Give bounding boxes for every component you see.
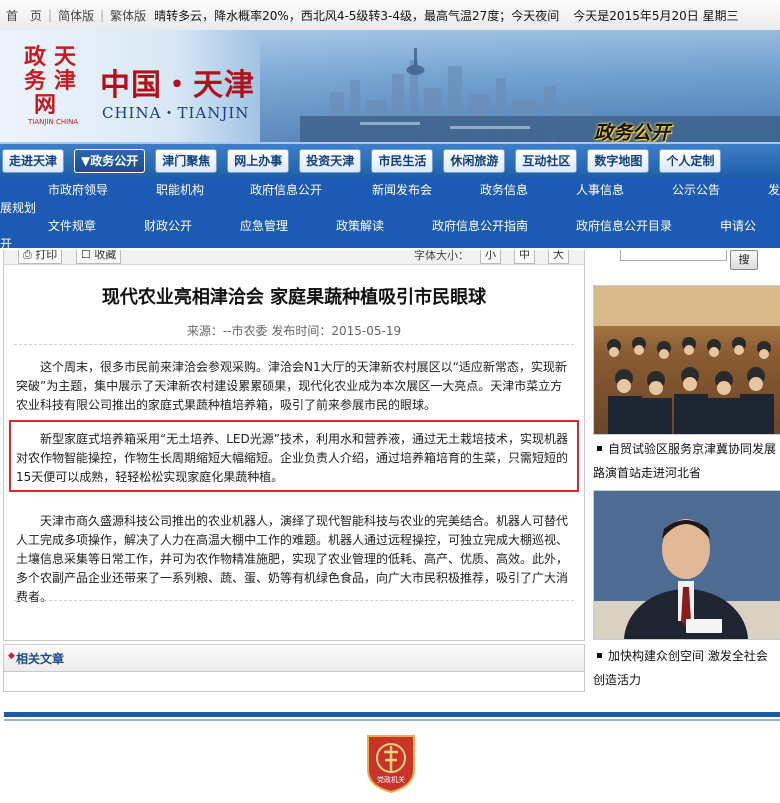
- nav-tab-label: 政务公开: [90, 154, 139, 168]
- simplified-link[interactable]: 简体版: [52, 7, 100, 24]
- print-label: 打印: [35, 250, 58, 261]
- top-bar: 首 页 | 简体版 | 繁体版 晴转多云，降水概率20%，西北风4-5级转3-4…: [0, 0, 780, 31]
- badge-text: 党政机关: [377, 775, 405, 784]
- nav-tab-shequ[interactable]: 互动社区: [515, 149, 578, 173]
- news-link[interactable]: 加快构建众创空间 激发全社会创造活力: [593, 649, 768, 687]
- subnav-item-wrap[interactable]: 开: [0, 235, 12, 248]
- subnav-item[interactable]: 公示公告: [672, 181, 720, 198]
- footer-divider: [4, 712, 780, 717]
- article-toolbar: ⎙ 打印 ☐ 收藏 字体大小： 小 中 大: [4, 250, 584, 265]
- home-link[interactable]: 首 页: [0, 7, 48, 24]
- chevron-down-icon: ▼: [81, 154, 91, 168]
- seal-subtitle: TIANJIN CHINA: [28, 118, 79, 126]
- banner-title: 中国・天津: [100, 68, 255, 103]
- news-link[interactable]: 自贸试验区服务京津冀协同发展路演首站走进河北省: [593, 442, 776, 480]
- related-title: 相关文章: [16, 652, 65, 666]
- sidebar-news-item[interactable]: 自贸试验区服务京津冀协同发展路演首站走进河北省: [593, 437, 779, 485]
- nav-tab-jinmen[interactable]: 津门聚焦: [155, 149, 218, 173]
- traditional-link[interactable]: 繁体版: [104, 7, 152, 24]
- subnav-item-wrap[interactable]: 展规划: [0, 199, 36, 216]
- nav-tab-lvyou[interactable]: 休闲旅游: [443, 149, 506, 173]
- sidebar-news-item[interactable]: 加快构建众创空间 激发全社会创造活力: [593, 644, 779, 692]
- nav-tab-ditu[interactable]: 数字地图: [587, 149, 650, 173]
- nav-tab-zoujin[interactable]: 走进天津: [2, 149, 65, 173]
- subnav-item[interactable]: 市政府领导: [48, 181, 108, 198]
- subnav-item[interactable]: 新闻发布会: [372, 181, 432, 198]
- official-portrait-image: [594, 491, 780, 639]
- main-nav: 走进天津 ▼政务公开 津门聚焦 网上办事 投资天津 市民生活 休闲旅游 互动社区…: [0, 142, 780, 178]
- nav-tab-banshi[interactable]: 网上办事: [227, 149, 290, 173]
- favorite-label: 收藏: [94, 250, 117, 261]
- subnav-item[interactable]: 政府信息公开目录: [576, 217, 672, 234]
- sub-nav: 市政府领导 职能机构 政府信息公开 新闻发布会 政务信息 人事信息 公示公告 发…: [0, 178, 780, 248]
- party-government-badge-icon[interactable]: 党政机关: [364, 730, 418, 794]
- weather-text: 晴转多云，降水概率20%，西北风4-5级转3-4级，最高气温27度；今天夜间: [154, 8, 560, 23]
- nav-tab-zhengwu[interactable]: ▼政务公开: [74, 149, 146, 173]
- audience-image: [594, 286, 780, 434]
- article-panel: ⎙ 打印 ☐ 收藏 字体大小： 小 中 大 现代农业亮相津洽会 家庭果蔬种植吸引…: [3, 250, 585, 641]
- subnav-item[interactable]: 政策解读: [336, 217, 384, 234]
- article-paragraph-highlighted: 新型家庭式培养箱采用“无土培养、LED光源”技术，利用水和营养液，通过无土栽培技…: [16, 432, 569, 484]
- subnav-item[interactable]: 政务信息: [480, 181, 528, 198]
- news-photo-meeting[interactable]: [593, 285, 780, 435]
- site-banner: 政 天 务 津 网 TIANJIN CHINA 中国・天津 CHINA・TIAN…: [0, 30, 780, 142]
- article-source: 来源：--市农委 发布时间：2015-05-19: [186, 324, 402, 338]
- seal-logo: 政 天 务 津 网 TIANJIN CHINA: [24, 44, 88, 126]
- seal-char: 政: [24, 44, 47, 70]
- nav-tab-shimin[interactable]: 市民生活: [371, 149, 434, 173]
- article-title: 现代农业亮相津洽会 家庭果蔬种植吸引市民眼球: [101, 287, 487, 308]
- nav-tab-touzi[interactable]: 投资天津: [299, 149, 362, 173]
- subnav-item[interactable]: 人事信息: [576, 181, 624, 198]
- print-button[interactable]: ⎙ 打印: [18, 250, 63, 264]
- font-large-button[interactable]: 大: [548, 250, 569, 264]
- news-photo-official[interactable]: [593, 490, 780, 640]
- star-icon: ☐: [81, 250, 91, 261]
- subnav-item[interactable]: 政府信息公开: [250, 181, 322, 198]
- font-medium-button[interactable]: 中: [514, 250, 535, 264]
- article-paragraph: 天津市商久盛源科技公司推出的农业机器人，演绎了现代智能科技与农业的完美结合。机器…: [16, 514, 569, 604]
- printer-icon: ⎙: [23, 250, 32, 261]
- related-articles-list: [3, 671, 585, 692]
- banner-title-en: CHINA・TIANJIN: [102, 104, 250, 122]
- favorite-button[interactable]: ☐ 收藏: [76, 250, 122, 264]
- seal-char: 务: [24, 68, 47, 94]
- article-paragraph: 这个周末，很多市民前来津洽会参观采购。津洽会N1大厅的天津新农村展区以“适应新常…: [16, 360, 567, 412]
- date-text: 今天是2015年5月20日 星期三: [573, 8, 739, 23]
- banner-section-label: 政务公开: [594, 122, 671, 142]
- nav-tab-dingzhi[interactable]: 个人定制: [659, 149, 722, 173]
- bullet-icon: [597, 446, 602, 451]
- font-small-button[interactable]: 小: [480, 250, 501, 264]
- arrow-icon: ◆: [8, 651, 15, 661]
- subnav-item[interactable]: 职能机构: [156, 181, 204, 198]
- search-button[interactable]: 搜: [730, 250, 758, 270]
- seal-char: 网: [34, 92, 57, 118]
- divider: [14, 600, 574, 601]
- footer-divider: [4, 719, 780, 721]
- subnav-item[interactable]: 申请公: [720, 217, 756, 234]
- subnav-item[interactable]: 文件规章: [48, 217, 96, 234]
- subnav-item[interactable]: 应急管理: [240, 217, 288, 234]
- search-input[interactable]: [620, 250, 727, 261]
- seal-char: 津: [54, 68, 77, 94]
- divider: [14, 344, 574, 345]
- subnav-item[interactable]: 财政公开: [144, 217, 192, 234]
- related-articles-header: ◆ 相关文章: [3, 644, 585, 672]
- seal-char: 天: [54, 44, 77, 70]
- bullet-icon: [597, 653, 602, 658]
- subnav-item[interactable]: 政府信息公开指南: [432, 217, 528, 234]
- font-size-label: 字体大小：: [414, 250, 469, 262]
- subnav-item[interactable]: 发: [768, 181, 780, 198]
